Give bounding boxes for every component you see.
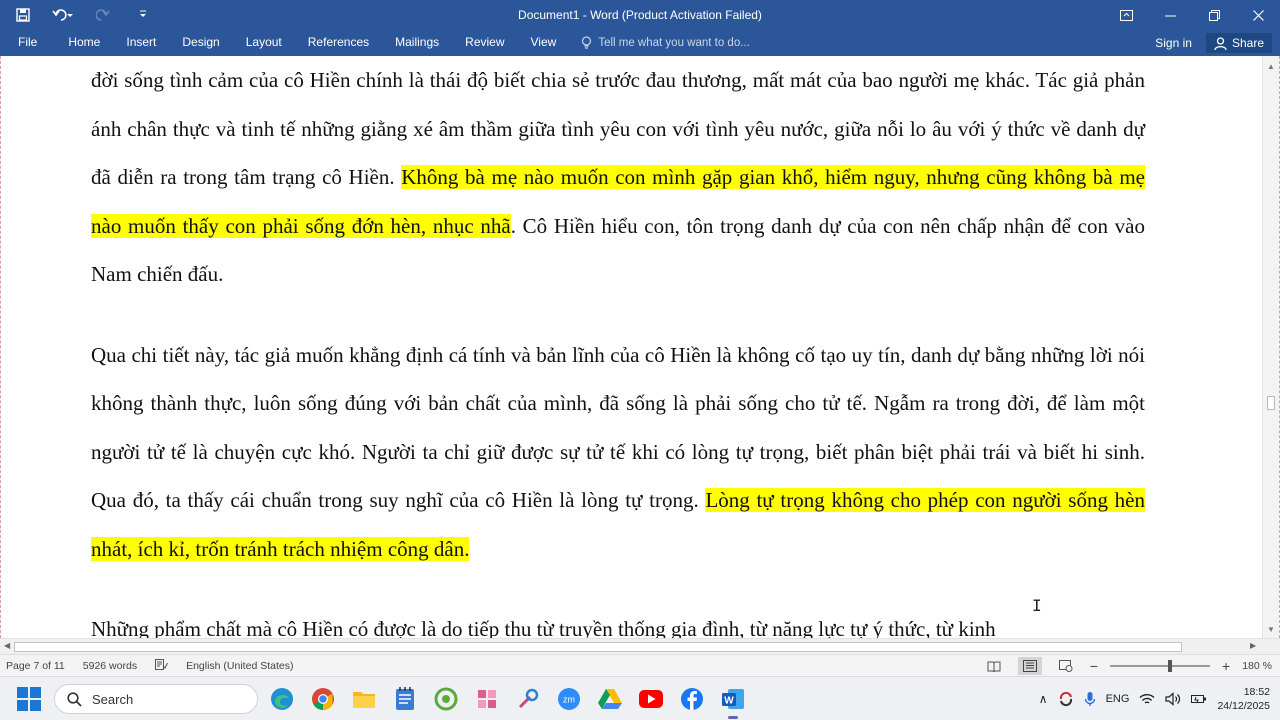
scroll-right-icon[interactable]: ▶ [1250, 641, 1256, 650]
clock-time: 18:52 [1243, 686, 1270, 698]
app-green-icon[interactable] [430, 683, 462, 715]
zoom-icon[interactable]: zm [553, 683, 585, 715]
lightbulb-icon [582, 36, 592, 49]
zoom-slider-thumb[interactable] [1168, 660, 1173, 672]
close-icon [1252, 9, 1264, 21]
windows-taskbar: Search zm W ∧ ENG 18:52 24/12/2025 [0, 676, 1280, 720]
share-button[interactable]: Share [1205, 33, 1272, 53]
sync-icon[interactable] [1058, 691, 1074, 707]
tab-home[interactable]: Home [55, 30, 113, 56]
text-run: Những phẩm chất mà cô Hiền có được là do… [91, 617, 996, 638]
search-icon [67, 691, 82, 707]
start-button[interactable] [16, 686, 42, 712]
tab-design[interactable]: Design [169, 30, 232, 56]
web-layout-icon [1058, 660, 1073, 672]
zoom-in-button[interactable]: + [1222, 658, 1230, 674]
battery-icon[interactable] [1191, 693, 1207, 705]
tell-me-search[interactable]: Tell me what you want to do... [581, 36, 750, 50]
sign-in-link[interactable]: Sign in [1149, 36, 1198, 50]
chrome-icon[interactable] [307, 683, 339, 715]
facebook-icon[interactable] [676, 683, 708, 715]
vertical-scroll-thumb[interactable] [1267, 396, 1275, 410]
edge-icon[interactable] [266, 683, 298, 715]
scroll-down-icon[interactable]: ▼ [1267, 625, 1275, 634]
text-run: Qua chi tiết này, tác giả muốn khẳng địn… [91, 342, 1145, 513]
horizontal-scroll-thumb[interactable] [14, 642, 1182, 652]
google-drive-icon[interactable] [594, 683, 626, 715]
web-layout-button[interactable] [1054, 657, 1078, 675]
language-indicator[interactable]: English (United States) [186, 660, 293, 672]
document-page[interactable]: đời sống tình cảm của cô Hiền chính là t… [91, 56, 1145, 638]
ribbon-display-options-button[interactable] [1104, 0, 1148, 30]
tab-insert[interactable]: Insert [113, 30, 169, 56]
word-icon[interactable]: W [717, 683, 749, 719]
chevron-up-icon[interactable]: ∧ [1039, 692, 1048, 706]
page-count[interactable]: Page 7 of 11 [6, 660, 65, 672]
horizontal-scrollbar[interactable]: ◀ ▶ [0, 638, 1280, 654]
restore-button[interactable] [1192, 0, 1236, 30]
read-mode-icon [987, 661, 1001, 672]
minimize-button[interactable] [1148, 0, 1192, 30]
app-pink-icon[interactable] [471, 683, 503, 715]
status-bar: Page 7 of 11 5926 words English (United … [0, 654, 1280, 676]
person-icon [1214, 36, 1227, 50]
tab-layout[interactable]: Layout [233, 30, 295, 56]
close-button[interactable] [1236, 0, 1280, 30]
zoom-slider[interactable] [1110, 660, 1211, 672]
wifi-icon[interactable] [1139, 693, 1155, 706]
clock[interactable]: 18:52 24/12/2025 [1217, 685, 1270, 713]
svg-text:zm: zm [563, 695, 575, 705]
zoom-out-button[interactable]: − [1090, 658, 1098, 674]
svg-text:W: W [724, 696, 734, 707]
tab-review[interactable]: Review [452, 30, 517, 56]
document-paragraph[interactable]: Qua chi tiết này, tác giả muốn khẳng địn… [91, 331, 1145, 574]
ribbon-display-icon [1119, 9, 1133, 21]
restore-icon [1208, 9, 1220, 21]
proofing-icon[interactable] [155, 659, 169, 673]
file-explorer-icon[interactable] [348, 683, 380, 715]
taskbar-search[interactable]: Search [54, 684, 258, 714]
ribbon-tabs-bar: File Home Insert Design Layout Reference… [0, 30, 1280, 56]
print-layout-icon [1022, 660, 1037, 672]
window-controls [1104, 0, 1280, 30]
minimize-icon [1164, 15, 1176, 16]
document-paragraph[interactable]: đời sống tình cảm của cô Hiền chính là t… [91, 56, 1145, 299]
clock-date: 24/12/2025 [1217, 700, 1270, 712]
tab-mailings[interactable]: Mailings [382, 30, 452, 56]
speaker-icon[interactable] [1165, 692, 1181, 706]
input-language[interactable]: ENG [1106, 693, 1130, 705]
word-count[interactable]: 5926 words [83, 660, 137, 672]
windows-logo-icon [17, 687, 41, 711]
vertical-scrollbar[interactable]: ▲ ▼ [1262, 56, 1279, 638]
tab-view[interactable]: View [518, 30, 570, 56]
title-bar: Document1 - Word (Product Activation Fai… [0, 0, 1280, 30]
scroll-up-icon[interactable]: ▲ [1267, 62, 1275, 71]
youtube-icon[interactable] [635, 683, 667, 715]
print-layout-button[interactable] [1017, 657, 1042, 675]
document-paragraph[interactable]: Những phẩm chất mà cô Hiền có được là do… [91, 605, 1145, 638]
tab-file[interactable]: File [0, 30, 55, 56]
search-placeholder: Search [92, 691, 134, 707]
read-mode-button[interactable] [982, 657, 1006, 675]
app-tool-icon[interactable] [512, 683, 544, 715]
zoom-level[interactable]: 180 % [1242, 660, 1272, 672]
notepad-icon[interactable] [389, 683, 421, 715]
system-tray: ∧ ENG 18:52 24/12/2025 [1039, 677, 1270, 720]
scroll-left-icon[interactable]: ◀ [4, 641, 10, 650]
tab-references[interactable]: References [295, 30, 382, 56]
document-area[interactable]: đời sống tình cảm của cô Hiền chính là t… [0, 56, 1280, 638]
tell-me-placeholder: Tell me what you want to do... [598, 37, 750, 49]
window-title: Document1 - Word (Product Activation Fai… [518, 8, 762, 22]
text-cursor-icon: I [1032, 596, 1042, 615]
share-label: Share [1231, 36, 1264, 50]
microphone-icon[interactable] [1084, 691, 1096, 707]
